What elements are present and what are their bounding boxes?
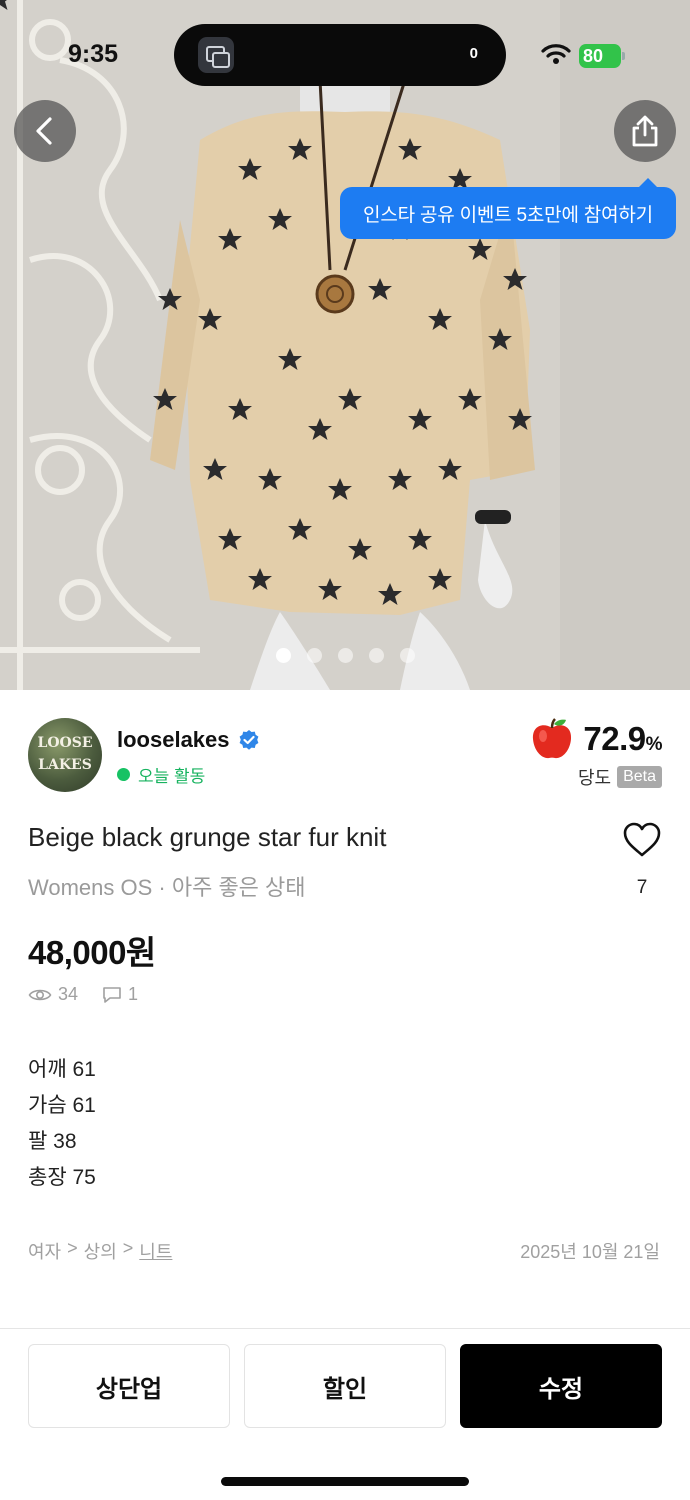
carousel-dot[interactable] [275,648,291,663]
product-stats: 34 1 [28,984,138,1005]
back-icon [36,117,52,145]
island-count: 0 [469,45,478,62]
product-description: 어깨 61 가슴 61 팔 38 총장 75 [28,1052,96,1196]
breadcrumb-item[interactable]: 니트 [139,1238,172,1264]
comment-count: 1 [128,984,139,1004]
status-time: 9:35 [68,40,119,68]
posted-date: 2025년 10월 21일 [520,1242,660,1262]
heart-icon [623,822,661,857]
edit-button[interactable]: 수정 [460,1344,662,1428]
share-button[interactable] [614,100,676,162]
product-subtitle: Womens OS · 아주 좋은 상태 [28,875,306,900]
product-photo [0,0,690,690]
category-breadcrumb: 여자 > 상의 > 니트 [28,1238,172,1264]
active-dot [117,768,130,781]
breadcrumb-separator: > [67,1238,78,1258]
seller-activity: 오늘 활동 [117,762,205,787]
like-count: 7 [636,877,648,898]
eye-icon [28,989,52,1000]
description-line: 총장 75 [28,1166,96,1189]
carousel-dot[interactable] [306,648,322,663]
bump-button[interactable]: 상단업 [28,1344,230,1428]
carousel-dot[interactable] [399,648,415,663]
verified-icon [239,730,258,750]
carousel-indicator [0,648,690,663]
insta-share-event-tooltip[interactable]: 인스타 공유 이벤트 5초만에 참여하기 [340,178,676,239]
wifi-icon [541,44,571,64]
sweetness-score[interactable]: 72.9% 당도 Beta [529,718,663,790]
apple-icon [533,718,572,759]
home-indicator[interactable] [221,1477,469,1486]
score-label: 당도 [577,768,612,788]
description-line: 어깨 61 [28,1058,96,1081]
score-value: 72.9% [583,720,662,757]
seller-name: looselakes [117,727,230,752]
bottom-action-bar: 상단업 할인 수정 [0,1328,690,1500]
product-title: Beige black grunge star fur knit [28,822,387,852]
seller-name-row[interactable]: looselakes [117,727,260,753]
like-button[interactable]: 7 [620,822,664,899]
discount-button[interactable]: 할인 [244,1344,446,1428]
comment-icon [103,986,121,1003]
avatar-text-line: LOOSE [37,735,93,751]
breadcrumb-item[interactable]: 여자 [28,1238,61,1264]
description-line: 팔 38 [28,1130,77,1153]
seller-avatar[interactable]: LOOSE LAKES [28,718,102,792]
beta-badge: Beta [617,766,662,788]
screen-mirror-icon [198,37,234,73]
avatar-text-line: LAKES [38,757,92,773]
product-price: 48,000원 [28,934,156,971]
share-icon [632,115,658,147]
back-button[interactable] [14,100,76,162]
view-count: 34 [58,984,79,1004]
breadcrumb-item[interactable]: 상의 [84,1238,117,1264]
description-line: 가슴 61 [28,1094,96,1117]
dynamic-island: 0 [174,24,506,86]
carousel-dot[interactable] [337,648,353,663]
carousel-dot[interactable] [368,648,384,663]
activity-label: 오늘 활동 [138,767,206,786]
product-image-carousel[interactable]: 9:35 0 80 인스타 공유 이벤트 5초만에 참여하기 [0,0,690,690]
breadcrumb-separator: > [122,1238,134,1258]
battery-indicator: 80 [579,44,625,68]
